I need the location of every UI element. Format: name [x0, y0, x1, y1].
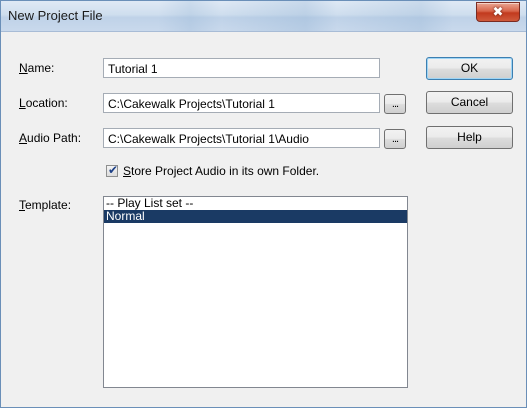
template-item-normal[interactable]: Normal [104, 210, 407, 223]
name-input[interactable]: Tutorial 1 [103, 58, 380, 78]
name-label: Name: [19, 61, 55, 75]
new-project-file-dialog: New Project File ✖ Name: Tutorial 1 Loca… [0, 0, 527, 408]
checkmark-icon: ✔ [108, 163, 119, 177]
template-item-play-list-set[interactable]: -- Play List set -- [104, 197, 407, 210]
template-label: Template: [19, 198, 72, 212]
ok-button[interactable]: OK [426, 57, 513, 80]
audio-path-browse-button[interactable]: ... [384, 129, 406, 149]
location-label: Location: [19, 96, 68, 110]
audio-path-label: Audio Path: [19, 131, 82, 145]
close-button[interactable]: ✖ [476, 2, 520, 22]
location-browse-button[interactable]: ... [384, 94, 406, 114]
close-icon: ✖ [492, 4, 504, 19]
store-audio-checkbox[interactable]: ✔ [106, 163, 119, 177]
window-title: New Project File [8, 8, 103, 23]
store-audio-label[interactable]: Store Project Audio in its own Folder. [123, 164, 319, 178]
audio-path-input[interactable]: C:\Cakewalk Projects\Tutorial 1\Audio [103, 128, 380, 148]
dialog-body: Name: Tutorial 1 Location: C:\Cakewalk P… [8, 32, 519, 402]
title-bar[interactable]: New Project File ✖ [1, 1, 526, 32]
help-button[interactable]: Help [426, 126, 513, 149]
template-listbox[interactable]: -- Play List set -- Normal [103, 196, 408, 388]
location-input[interactable]: C:\Cakewalk Projects\Tutorial 1 [103, 93, 380, 113]
cancel-button[interactable]: Cancel [426, 91, 513, 114]
